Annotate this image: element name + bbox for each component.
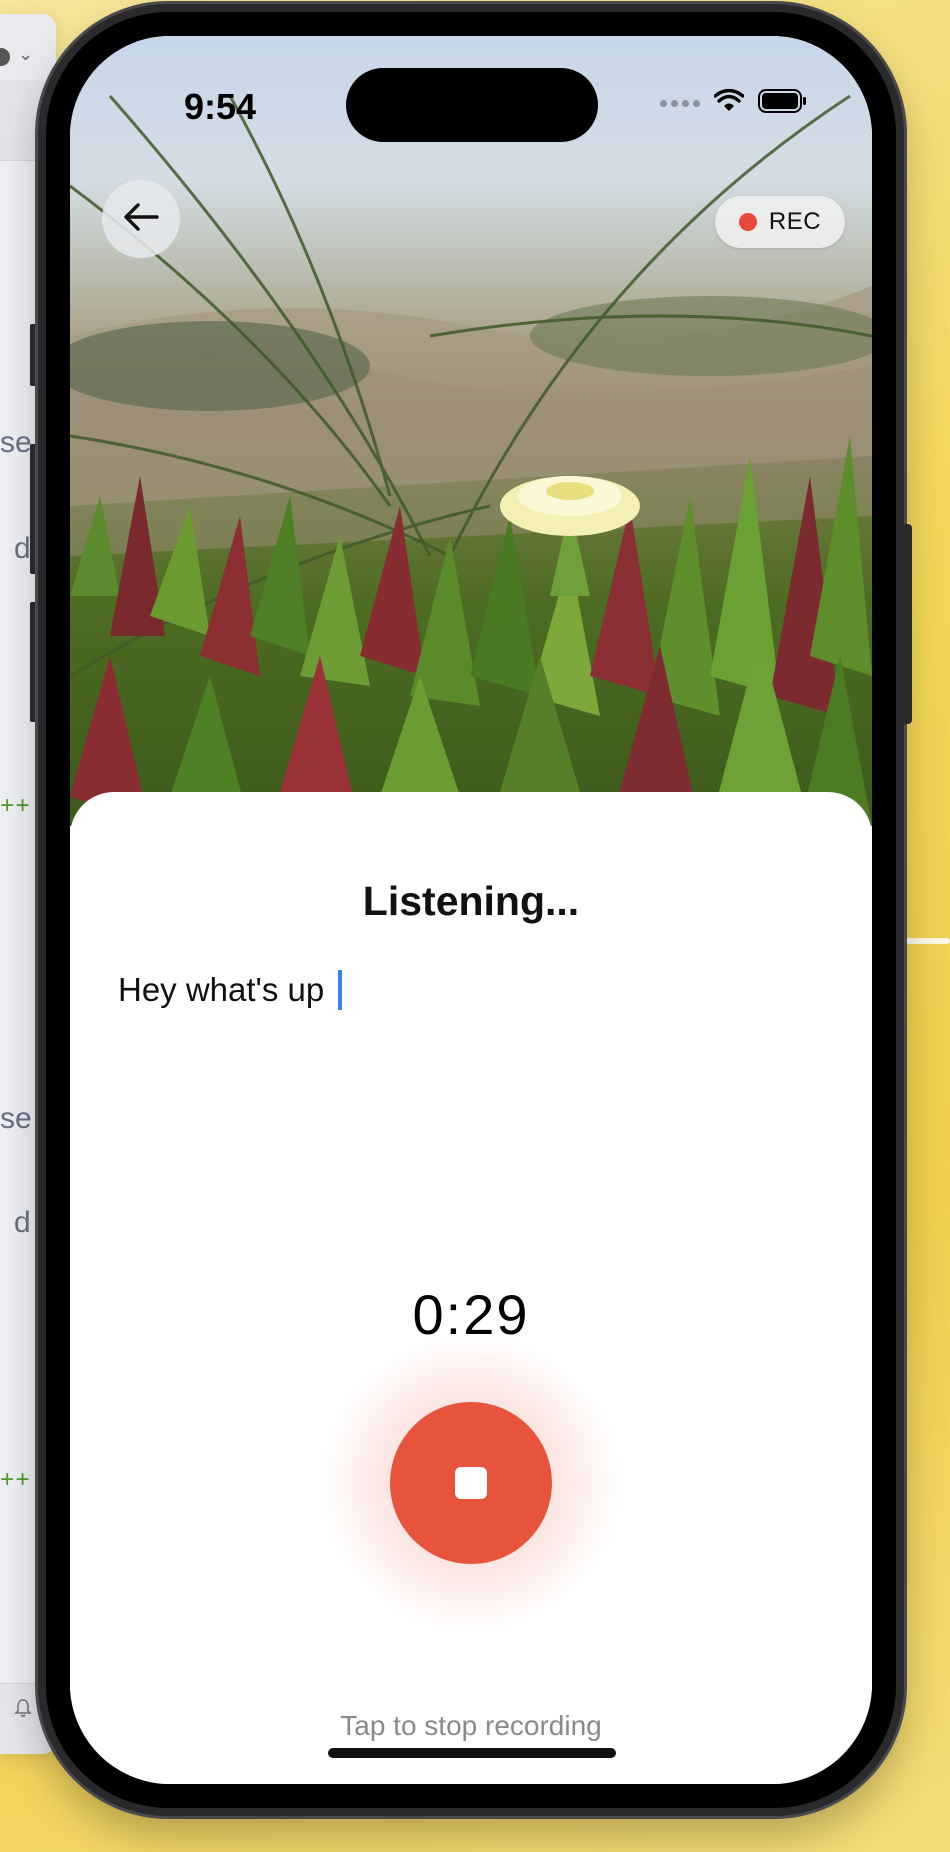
rec-dot-icon [738,213,757,231]
arrow-left-icon [123,202,159,237]
background-photo [70,36,872,826]
rec-label: REC [768,208,822,235]
background-text-fragment: se [0,1102,32,1135]
status-icons [660,88,808,119]
battery-icon [758,88,808,119]
back-button[interactable] [102,180,180,258]
background-text-fragment: se [0,426,32,459]
chevron-down-icon: ⌄ [18,44,34,64]
background-window-titlebar: ⌄ [0,14,56,81]
divider [30,324,38,386]
background-text-fragment: d [14,1206,31,1239]
background-text-fragment: d [14,532,31,565]
diff-marker: ++ [0,1468,31,1495]
transcript-text-area[interactable]: Hey what's up [118,970,343,1010]
divider [30,444,38,574]
wifi-icon [713,88,745,118]
status-time: 9:54 [183,86,257,127]
stop-hint: Tap to stop recording [340,1710,602,1741]
stop-recording-button[interactable] [390,1402,552,1564]
dynamic-island [346,68,598,142]
signal-dots-icon [660,100,700,107]
background-glare [905,938,950,944]
transcript-text: Hey what's up [118,971,325,1008]
sheet-title: Listening... [362,878,580,924]
home-indicator[interactable] [328,1748,616,1758]
divider [30,602,38,722]
listening-sheet: Listening... Hey what's up 0:29 Tap to s… [70,792,872,1784]
rec-indicator: REC [715,196,845,248]
bell-icon [14,1698,32,1724]
stop-square-icon [455,1467,487,1499]
phone-screen: 9:54 REC Listening... Hey what's up 0:29… [70,36,872,1784]
text-caret [338,970,343,1010]
side-button [902,524,912,724]
phone-frame: 9:54 REC Listening... Hey what's up 0:29… [38,4,912,1816]
avatar [0,48,10,66]
diff-marker: ++ [0,794,31,821]
